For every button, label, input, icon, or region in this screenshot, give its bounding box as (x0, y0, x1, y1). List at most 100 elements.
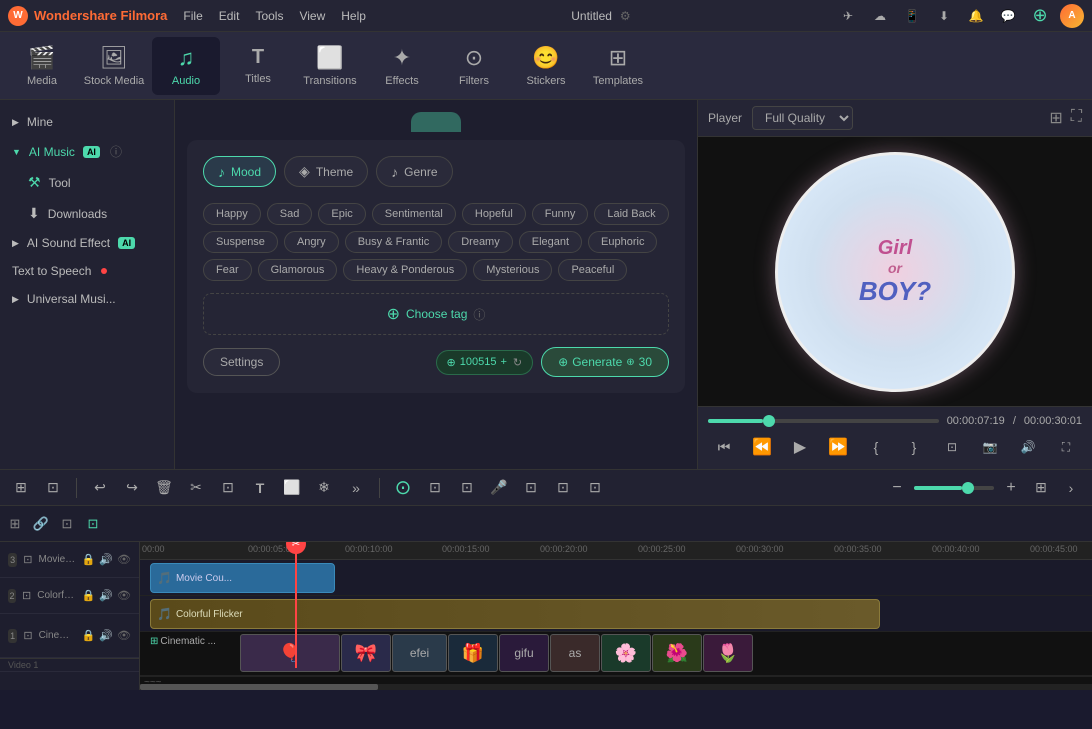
tl-stabilize-icon[interactable]: ⊡ (582, 475, 608, 501)
menu-edit[interactable]: Edit (219, 9, 240, 23)
tl-split-icon[interactable]: ⊡ (454, 475, 480, 501)
progress-bar[interactable] (708, 419, 939, 423)
tag-elegant[interactable]: Elegant (519, 231, 582, 253)
sidebar-item-text-to-speech[interactable]: Text to Speech (0, 257, 174, 285)
sidebar-item-ai-music[interactable]: ▼ AI Music AI ⓘ (0, 136, 174, 167)
tl-add-video-icon[interactable]: ⊞ (4, 513, 26, 535)
volume-icon[interactable]: 🔊 (1014, 433, 1042, 461)
tag-euphoric[interactable]: Euphoric (588, 231, 657, 253)
sidebar-item-mine[interactable]: ▶ Mine (0, 108, 174, 136)
zoom-slider[interactable] (914, 486, 994, 490)
menu-help[interactable]: Help (341, 9, 366, 23)
toolbar-stock-media[interactable]: 🖼 Stock Media (80, 37, 148, 95)
tag-sad[interactable]: Sad (267, 203, 313, 225)
snapshot-icon[interactable]: 📷 (976, 433, 1004, 461)
toolbar-filters[interactable]: ⊙ Filters (440, 37, 508, 95)
generate-button[interactable]: ⊕ Generate ⊕ 30 (541, 347, 669, 377)
sidebar-item-tool[interactable]: ⚒ Tool (0, 167, 174, 198)
tl-chevron-icon[interactable]: › (1058, 475, 1084, 501)
track-3-eye-icon[interactable]: 👁 (117, 553, 131, 566)
tab-mood[interactable]: ♪ Mood (203, 156, 276, 187)
toolbar-audio[interactable]: ♫ Audio (152, 37, 220, 95)
clip-movie-cou[interactable]: 🎵 Movie Cou... (150, 563, 335, 593)
playhead[interactable]: ✂ (295, 542, 297, 668)
plus-circle-icon[interactable]: ⊕ (1028, 4, 1052, 28)
track-2-lock-icon[interactable]: 🔒 (82, 589, 96, 602)
tl-crop-icon[interactable]: ⊡ (215, 475, 241, 501)
bell-icon[interactable]: 🔔 (964, 4, 988, 28)
tag-epic[interactable]: Epic (318, 203, 365, 225)
ai-music-info-icon[interactable]: ⓘ (110, 143, 122, 160)
fullscreen-icon[interactable]: ⛶ (1071, 108, 1082, 128)
menu-file[interactable]: File (183, 9, 202, 23)
tl-link-icon[interactable]: 🔗 (30, 513, 52, 535)
tl-add-track-icon[interactable]: ⊞ (8, 475, 34, 501)
tag-glamorous[interactable]: Glamorous (258, 259, 338, 281)
tl-cut-icon[interactable]: ✂ (183, 475, 209, 501)
tag-mysterious[interactable]: Mysterious (473, 259, 552, 281)
fullscreen-ctrl-icon[interactable]: ⛶ (1052, 433, 1080, 461)
tl-undo-icon[interactable]: ↩ (87, 475, 113, 501)
tl-grid-icon[interactable]: ⊞ (1028, 475, 1054, 501)
tag-funny[interactable]: Funny (532, 203, 589, 225)
credits-refresh-icon[interactable]: ↻ (513, 356, 522, 369)
track-2-eye-icon[interactable]: 👁 (117, 589, 131, 602)
track-3-lock-icon[interactable]: 🔒 (82, 553, 96, 566)
clip-to-playhead-icon[interactable]: ⊡ (938, 433, 966, 461)
tag-angry[interactable]: Angry (284, 231, 339, 253)
grid-view-icon[interactable]: ⊞ (1049, 108, 1062, 128)
tl-unlink-icon[interactable]: ⊡ (56, 513, 78, 535)
tag-sentimental[interactable]: Sentimental (372, 203, 456, 225)
phone-icon[interactable]: 📱 (900, 4, 924, 28)
toolbar-templates[interactable]: ⊞ Templates (584, 37, 652, 95)
credits-pill[interactable]: ⊕ 100515 + ↻ (436, 350, 534, 375)
clip-colorful-flicker[interactable]: 🎵 Colorful Flicker (150, 599, 880, 629)
step-back-icon[interactable]: ⏪ (748, 433, 776, 461)
tag-busy-frantic[interactable]: Busy & Frantic (345, 231, 443, 253)
tab-genre[interactable]: ♪ Genre (376, 156, 452, 187)
tl-play-circle-icon[interactable]: ⊙ (390, 475, 416, 501)
tl-overlay-icon[interactable]: ⊡ (422, 475, 448, 501)
tag-hopeful[interactable]: Hopeful (462, 203, 526, 225)
toolbar-effects[interactable]: ✦ Effects (368, 37, 436, 95)
tl-delete-icon[interactable]: 🗑 (151, 475, 177, 501)
tl-group-icon[interactable]: ⊡ (82, 513, 104, 535)
title-settings-icon[interactable]: ⚙ (620, 9, 631, 23)
track-1-eye-icon[interactable]: 👁 (117, 629, 131, 642)
tl-more-icon[interactable]: » (343, 475, 369, 501)
notification2-icon[interactable]: 💬 (996, 4, 1020, 28)
track-1-speaker-icon[interactable]: 🔊 (99, 629, 113, 642)
menu-tools[interactable]: Tools (255, 9, 283, 23)
zoom-out-icon[interactable]: − (884, 475, 910, 501)
mark-in-icon[interactable]: { (862, 433, 890, 461)
step-forward-icon[interactable]: ⏩ (824, 433, 852, 461)
tag-laid-back[interactable]: Laid Back (594, 203, 668, 225)
toolbar-transitions[interactable]: ⬜ Transitions (296, 37, 364, 95)
user-avatar[interactable]: A (1060, 4, 1084, 28)
tl-text-icon[interactable]: T (247, 475, 273, 501)
tag-peaceful[interactable]: Peaceful (558, 259, 627, 281)
tl-mask-icon[interactable]: ⊡ (550, 475, 576, 501)
download-icon[interactable]: ⬇ (932, 4, 956, 28)
track-2-speaker-icon[interactable]: 🔊 (99, 589, 113, 602)
tl-freeze-icon[interactable]: ❄ (311, 475, 337, 501)
settings-button[interactable]: Settings (203, 348, 280, 376)
play-icon[interactable]: ▶ (786, 433, 814, 461)
toolbar-stickers[interactable]: 😊 Stickers (512, 37, 580, 95)
mark-out-icon[interactable]: } (900, 433, 928, 461)
tl-redo-icon[interactable]: ↪ (119, 475, 145, 501)
cloud-icon[interactable]: ☁ (868, 4, 892, 28)
sidebar-item-universal-music[interactable]: ▶ Universal Musi... (0, 285, 174, 313)
zoom-in-icon[interactable]: + (998, 475, 1024, 501)
tl-magnet-icon[interactable]: ⊡ (40, 475, 66, 501)
track-3-speaker-icon[interactable]: 🔊 (99, 553, 113, 566)
toolbar-titles[interactable]: T Titles (224, 37, 292, 95)
tag-dreamy[interactable]: Dreamy (448, 231, 513, 253)
track-1-lock-icon[interactable]: 🔒 (82, 629, 96, 642)
tag-heavy-ponderous[interactable]: Heavy & Ponderous (343, 259, 467, 281)
tag-happy[interactable]: Happy (203, 203, 261, 225)
go-start-icon[interactable]: ⏮ (710, 433, 738, 461)
share-icon[interactable]: ✈ (836, 4, 860, 28)
toolbar-media[interactable]: 🎬 Media (8, 37, 76, 95)
quality-select[interactable]: Full Quality Half Quality (752, 106, 853, 130)
